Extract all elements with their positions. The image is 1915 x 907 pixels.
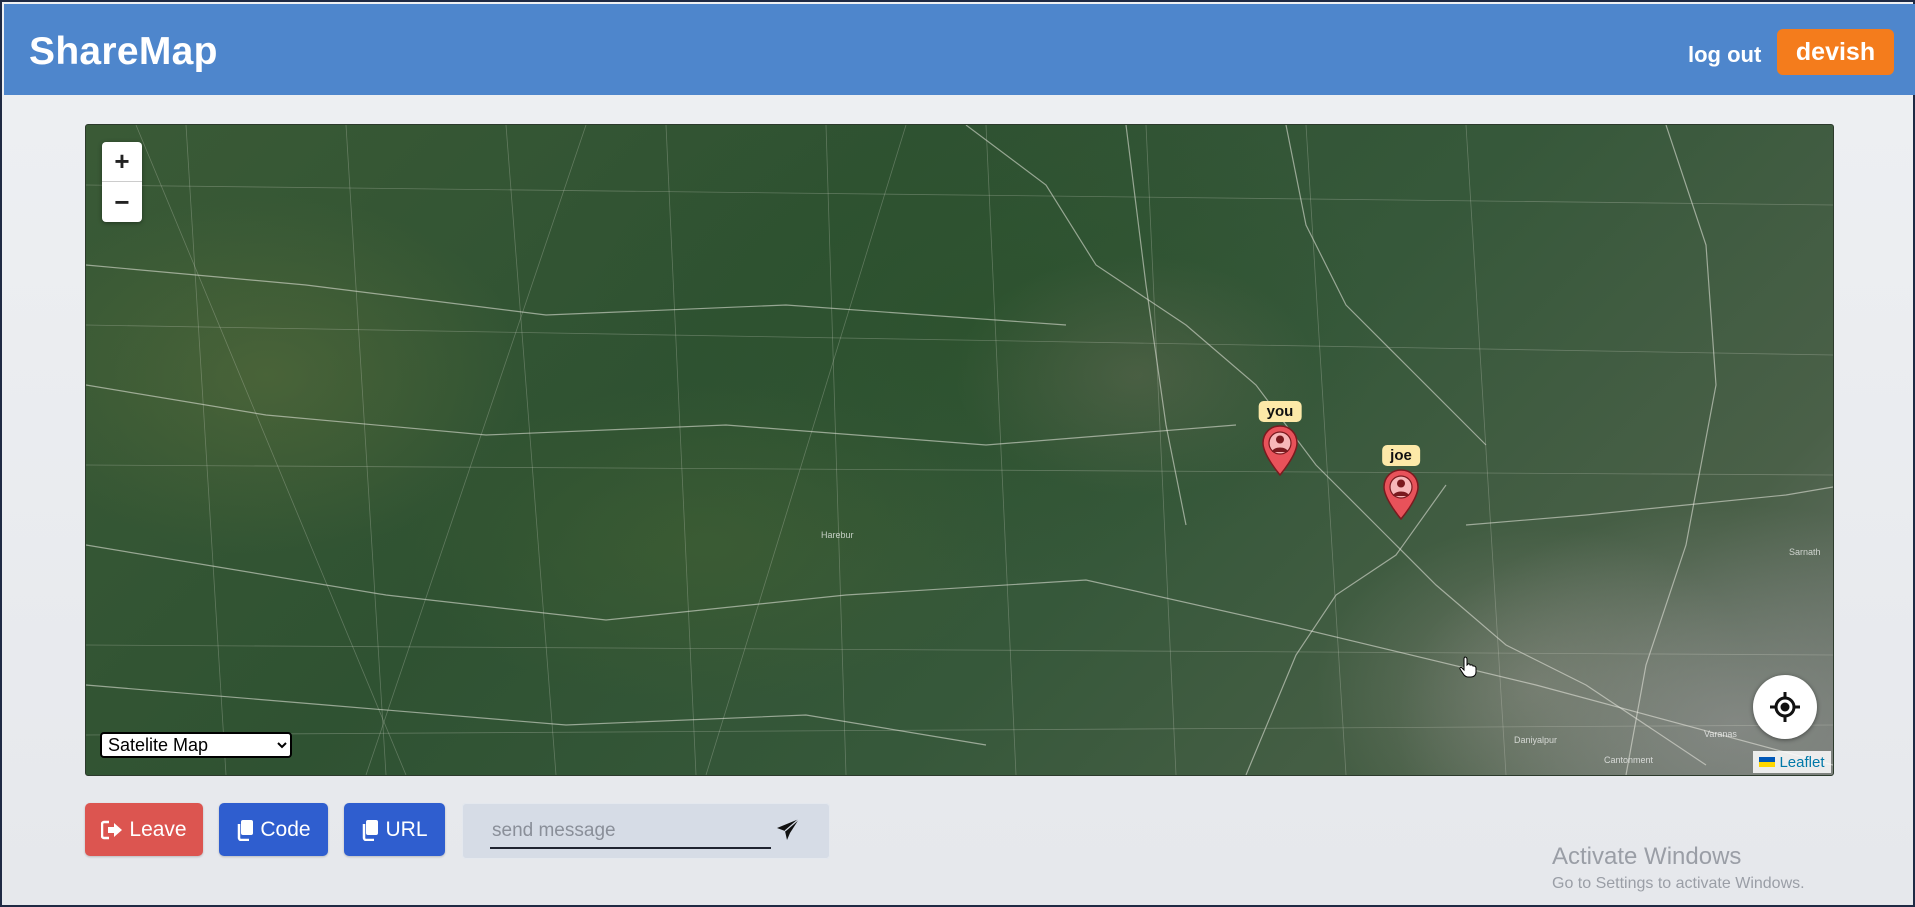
map-attribution[interactable]: Leaflet bbox=[1753, 751, 1831, 773]
zoom-control: + − bbox=[102, 142, 142, 222]
map-pin-icon bbox=[1383, 469, 1419, 521]
copy-icon bbox=[363, 819, 379, 841]
copy-url-button[interactable]: URL bbox=[344, 803, 445, 856]
map-pin-icon bbox=[1262, 425, 1298, 477]
message-composer bbox=[462, 803, 830, 859]
place-label: Varanas bbox=[1704, 729, 1737, 739]
locate-button[interactable] bbox=[1753, 675, 1817, 739]
url-label: URL bbox=[385, 817, 428, 841]
app-window: ShareMap log out devish Harebur Sarnath … bbox=[0, 0, 1915, 907]
watermark-subtitle: Go to Settings to activate Windows. bbox=[1552, 875, 1805, 892]
map-marker-joe[interactable]: joe bbox=[1371, 445, 1431, 525]
zoom-out-button[interactable]: − bbox=[102, 182, 142, 222]
watermark-title: Activate Windows bbox=[1552, 843, 1742, 870]
logout-link[interactable]: log out bbox=[1688, 42, 1761, 68]
place-label: Cantonment bbox=[1604, 755, 1654, 765]
leave-label: Leave bbox=[129, 817, 187, 841]
leave-button[interactable]: Leave bbox=[85, 803, 203, 856]
sign-out-icon bbox=[101, 820, 123, 839]
map-view[interactable]: Harebur Sarnath Daniyalpur Varanas Canto… bbox=[85, 124, 1834, 776]
marker-label: you bbox=[1258, 401, 1302, 422]
satellite-road-network bbox=[86, 125, 1833, 775]
user-button[interactable]: devish bbox=[1777, 29, 1894, 75]
map-layer-select[interactable]: Satelite Map bbox=[100, 732, 292, 758]
zoom-in-button[interactable]: + bbox=[102, 142, 142, 182]
ukraine-flag-icon bbox=[1759, 757, 1776, 767]
message-input[interactable] bbox=[490, 815, 771, 849]
marker-label: joe bbox=[1382, 445, 1420, 466]
windows-activation-watermark: Activate Windows Go to Settings to activ… bbox=[1552, 843, 1805, 893]
hand-cursor-icon bbox=[1459, 656, 1477, 678]
top-nav-bar: ShareMap log out devish bbox=[4, 4, 1915, 95]
attribution-link[interactable]: Leaflet bbox=[1779, 754, 1824, 771]
map-marker-you[interactable]: you bbox=[1250, 401, 1310, 481]
place-label: Daniyalpur bbox=[1514, 735, 1558, 745]
code-label: Code bbox=[260, 817, 311, 841]
place-label: Harebur bbox=[821, 530, 854, 540]
copy-icon bbox=[238, 819, 254, 841]
paper-plane-icon bbox=[777, 818, 800, 840]
copy-code-button[interactable]: Code bbox=[219, 803, 328, 856]
crosshair-target-icon bbox=[1770, 692, 1800, 722]
place-label: Sarnath bbox=[1789, 547, 1821, 557]
send-button[interactable] bbox=[775, 817, 803, 845]
brand-logo[interactable]: ShareMap bbox=[29, 30, 218, 74]
